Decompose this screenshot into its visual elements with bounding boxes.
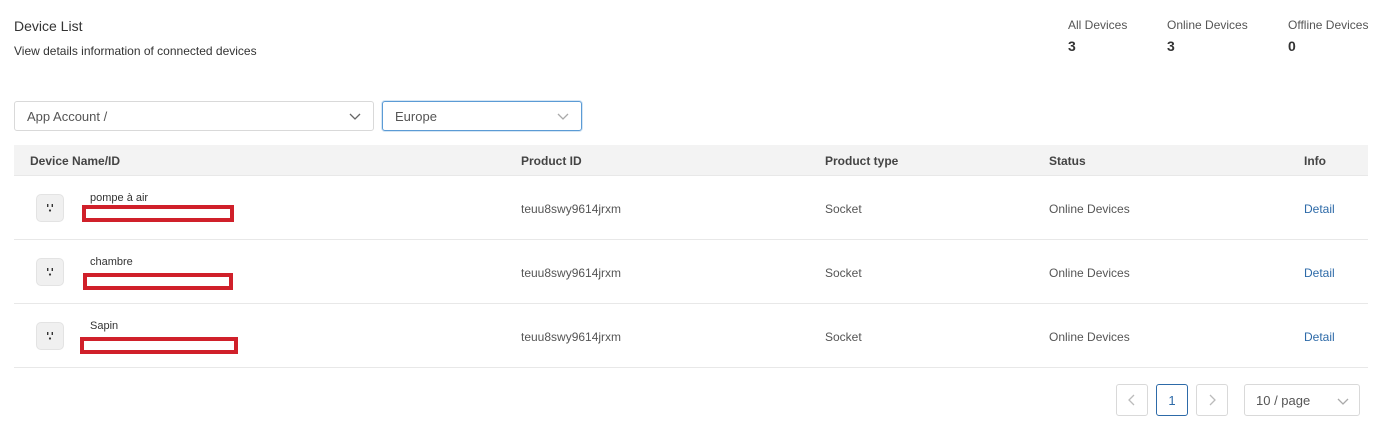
detail-link[interactable]: Detail	[1304, 266, 1335, 280]
stat-offline-devices: Offline Devices 0	[1288, 18, 1368, 54]
next-page-button[interactable]	[1196, 384, 1228, 416]
column-header-info: Info	[1304, 154, 1326, 168]
detail-link[interactable]: Detail	[1304, 202, 1335, 216]
stat-value: 3	[1068, 38, 1076, 54]
socket-icon	[36, 194, 64, 222]
table-row: pompe à air teuu8swy9614jrxm Socket Onli…	[14, 176, 1368, 240]
product-id-cell: teuu8swy9614jrxm	[521, 266, 622, 280]
prev-page-button[interactable]	[1116, 384, 1148, 416]
column-header-device: Device Name/ID	[30, 154, 121, 168]
chevron-down-icon	[349, 113, 361, 120]
page-size-select[interactable]: 10 / page	[1244, 384, 1360, 416]
table-header: Device Name/ID Product ID Product type S…	[14, 145, 1368, 176]
stat-label: All Devices	[1068, 18, 1128, 32]
redaction-box	[82, 205, 234, 222]
device-list-page: Device List View details information of …	[0, 0, 1379, 430]
page-size-value: 10 / page	[1256, 393, 1311, 408]
page-button-current[interactable]: 1	[1156, 384, 1188, 416]
stat-value: 3	[1167, 38, 1175, 54]
status-cell: Online Devices	[1049, 330, 1130, 344]
product-id-cell: teuu8swy9614jrxm	[521, 202, 622, 216]
product-type-cell: Socket	[825, 266, 862, 280]
account-select[interactable]: App Account /	[14, 101, 374, 131]
stat-value: 0	[1288, 38, 1296, 54]
chevron-down-icon	[1337, 398, 1349, 405]
account-select-value: App Account /	[27, 109, 108, 124]
column-header-product-type: Product type	[825, 154, 899, 168]
stat-online-devices: Online Devices 3	[1167, 18, 1248, 54]
device-name: chambre	[90, 256, 133, 268]
chevron-left-icon	[1128, 394, 1135, 406]
page-subtitle: View details information of connected de…	[14, 44, 257, 58]
stat-label: Online Devices	[1167, 18, 1248, 32]
status-cell: Online Devices	[1049, 266, 1130, 280]
device-name: Sapin	[90, 320, 119, 332]
status-cell: Online Devices	[1049, 202, 1130, 216]
page-title: Device List	[14, 18, 83, 34]
column-header-product-id: Product ID	[521, 154, 582, 168]
detail-link[interactable]: Detail	[1304, 330, 1335, 344]
device-name: pompe à air	[90, 192, 149, 204]
table-row: chambre teuu8swy9614jrxm Socket Online D…	[14, 240, 1368, 304]
product-type-cell: Socket	[825, 330, 862, 344]
redaction-box	[83, 273, 233, 290]
region-select-value: Europe	[395, 109, 437, 124]
column-header-status: Status	[1049, 154, 1086, 168]
product-type-cell: Socket	[825, 202, 862, 216]
socket-icon	[36, 322, 64, 350]
stat-all-devices: All Devices 3	[1068, 18, 1127, 54]
table-row: Sapin teuu8swy9614jrxm Socket Online Dev…	[14, 304, 1368, 368]
chevron-down-icon	[557, 113, 569, 120]
product-id-cell: teuu8swy9614jrxm	[521, 330, 622, 344]
socket-icon	[36, 258, 64, 286]
region-select[interactable]: Europe	[382, 101, 582, 131]
chevron-right-icon	[1209, 394, 1216, 406]
stat-label: Offline Devices	[1288, 18, 1369, 32]
redaction-box	[80, 337, 238, 354]
